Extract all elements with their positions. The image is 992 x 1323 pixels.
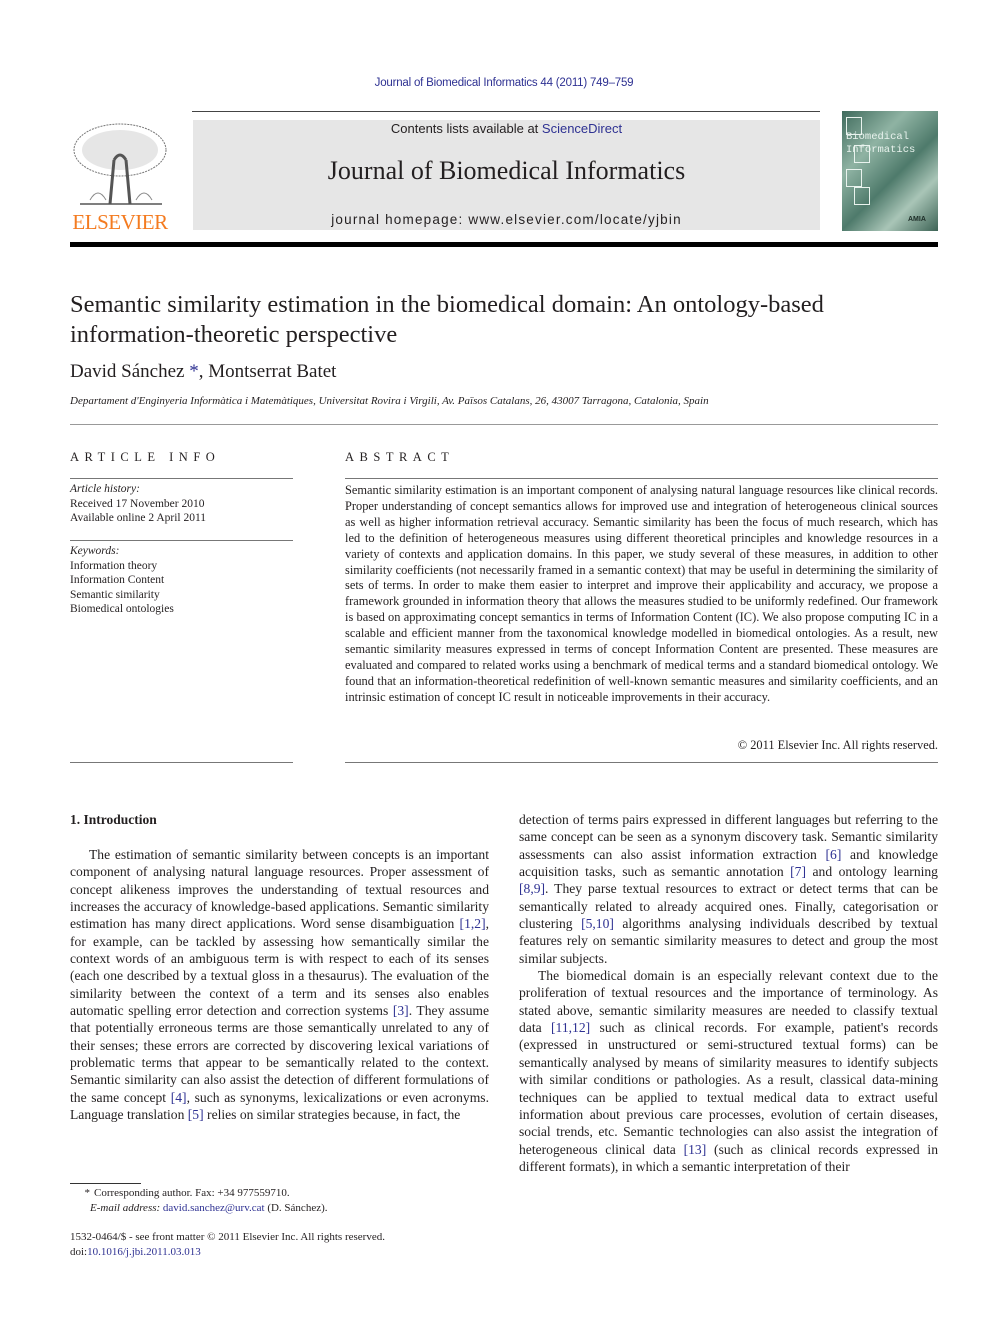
citation-link[interactable]: [3] [393, 1003, 409, 1018]
body-column-left: The estimation of semantic similarity be… [70, 846, 489, 1124]
article-info-heading: ARTICLE INFO [70, 450, 221, 464]
elsevier-wordmark: ELSEVIER [72, 210, 168, 234]
abstract-text: Semantic similarity estimation is an imp… [345, 483, 938, 704]
corresponding-author-marker[interactable]: * [189, 361, 199, 382]
email-suffix: (D. Sánchez). [264, 1201, 328, 1214]
cover-amia-badge: AMIA [908, 216, 926, 223]
contents-prefix: Contents lists available at [390, 121, 542, 136]
citation-link[interactable]: [8,9] [519, 881, 545, 896]
corresponding-text: Corresponding author. Fax: +34 977559710… [94, 1187, 290, 1199]
header-rule [192, 111, 820, 112]
section-heading: 1. Introduction [70, 812, 157, 827]
paragraph: The estimation of semantic similarity be… [70, 846, 489, 1124]
journal-cover-image [842, 111, 938, 231]
corresponding-author-note: * Corresponding author. Fax: +34 97755971… [70, 1186, 328, 1201]
cover-title: Biomedical Informatics [846, 131, 936, 157]
affiliation: Departament d'Enginyeria Informàtica i M… [70, 395, 709, 407]
article-title-line1: Semantic similarity estimation in the bi… [70, 291, 824, 318]
keyword: Information theory [70, 559, 158, 572]
keyword: Information Content [70, 574, 165, 586]
email-label: E-mail address: [90, 1201, 163, 1214]
cover-title-line2: Informatics [846, 144, 916, 156]
article-history: Article history: Received 17 November 20… [70, 482, 293, 526]
divider [70, 424, 938, 425]
journal-title: Journal of Biomedical Informatics [327, 156, 686, 185]
doi-link[interactable]: 10.1016/j.jbi.2011.03.013 [87, 1246, 201, 1258]
divider [70, 478, 293, 479]
received-date: Received 17 November 2010 [70, 497, 205, 510]
article-title: Semantic similarity estimation in the bi… [70, 290, 938, 350]
journal-citation-link[interactable]: Journal of Biomedical Informatics 44 (20… [0, 77, 992, 89]
text-run: such as clinical records. For example, p… [519, 1020, 938, 1157]
cover-decor-box [854, 187, 870, 205]
author-list: David Sánchez *, Montserrat Batet [70, 361, 336, 383]
text-run: and ontology learning [806, 864, 938, 880]
available-date: Available online 2 April 2011 [70, 512, 207, 524]
text-run: relies on similar strategies because, in… [203, 1107, 461, 1123]
citation-link[interactable]: [6] [826, 847, 842, 862]
keywords: Keywords: Information theory Information… [70, 544, 293, 617]
author-name: David Sánchez [70, 361, 185, 382]
email-link[interactable]: david.sanchez@urv.cat [163, 1202, 265, 1214]
divider [70, 540, 293, 541]
footnote: * Corresponding author. Fax: +34 97755971… [70, 1186, 328, 1215]
doi-line: doi:10.1016/j.jbi.2011.03.013 [70, 1245, 385, 1260]
paragraph: The biomedical domain is an especially r… [519, 967, 938, 1175]
author-separator: , [198, 361, 209, 382]
cover-decor-box [846, 169, 862, 187]
article-title-line2: information-theoretic perspective [70, 321, 398, 348]
author-name: Montserrat Batet [208, 361, 337, 382]
keywords-label: Keywords: [70, 545, 120, 557]
paragraph: detection of terms pairs expressed in di… [519, 811, 938, 967]
header-thick-rule [70, 242, 938, 247]
keyword: Biomedical ontologies [70, 603, 174, 615]
text-run: The estimation of semantic similarity be… [70, 847, 489, 932]
doi-label: doi: [70, 1245, 88, 1258]
citation-link[interactable]: [5,10] [581, 916, 614, 931]
body-column-right: detection of terms pairs expressed in di… [519, 811, 938, 1175]
citation-link[interactable]: [5] [188, 1107, 204, 1122]
contents-line: Contents lists available at ScienceDirec… [193, 121, 820, 136]
front-matter: 1532-0464/$ - see front matter © 2011 El… [70, 1230, 385, 1259]
front-matter-text: 1532-0464/$ - see front matter © 2011 El… [70, 1231, 385, 1243]
history-label: Article history: [70, 483, 140, 495]
divider [345, 478, 938, 479]
citation-link[interactable]: [11,12] [551, 1020, 590, 1035]
abstract-heading: ABSTRACT [345, 450, 455, 464]
divider [345, 762, 938, 763]
citation-link[interactable]: [4] [171, 1090, 187, 1105]
abstract-copyright: © 2011 Elsevier Inc. All rights reserved… [737, 738, 938, 752]
sciencedirect-link[interactable]: ScienceDirect [542, 121, 622, 136]
citation-link[interactable]: [1,2] [460, 916, 486, 931]
citation-link[interactable]: [13] [684, 1142, 707, 1157]
keyword: Semantic similarity [70, 588, 160, 601]
email-note: E-mail address: david.sanchez@urv.cat (D… [70, 1201, 328, 1216]
divider [70, 762, 293, 763]
citation-link[interactable]: [7] [790, 864, 806, 879]
footnote-marker: * [84, 1187, 91, 1199]
journal-homepage[interactable]: journal homepage: www.elsevier.com/locat… [193, 212, 820, 227]
footnote-rule [70, 1183, 141, 1184]
cover-title-line1: Biomedical [846, 131, 910, 143]
